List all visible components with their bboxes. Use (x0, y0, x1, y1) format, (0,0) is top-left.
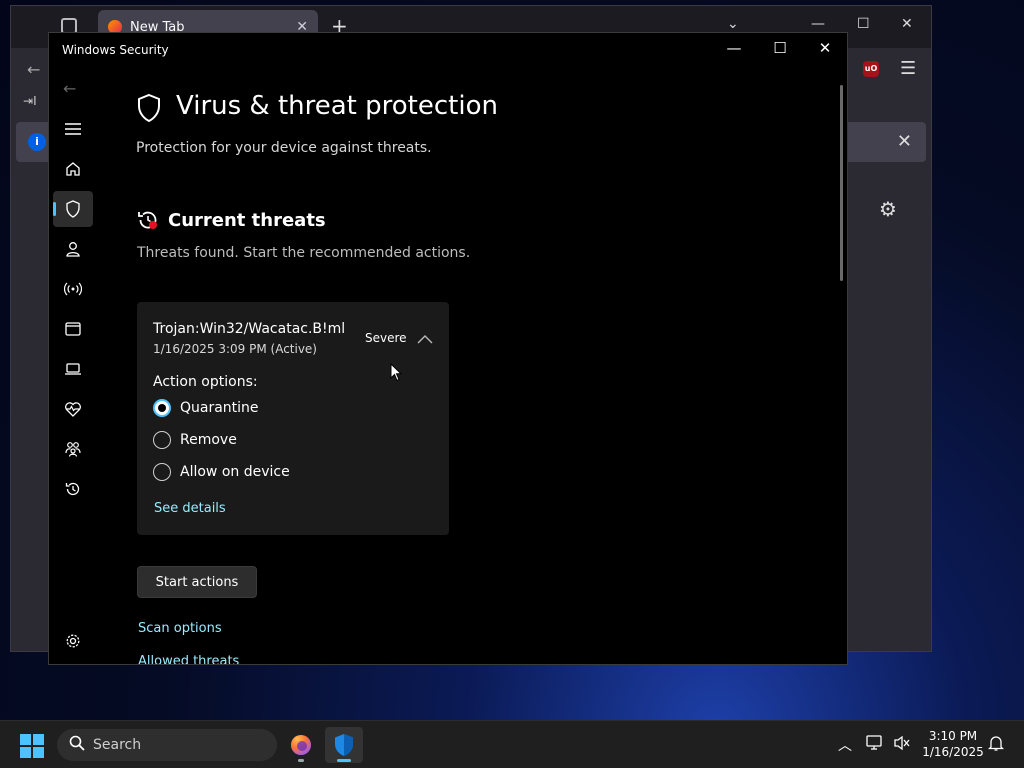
taskbar: Search ︿ 3:10 PM 1/16/2025 (0, 720, 1024, 768)
search-icon (69, 735, 85, 755)
info-icon: i (28, 133, 46, 151)
page-title: Virus & threat protection (176, 91, 498, 121)
menu-icon[interactable] (53, 111, 93, 147)
threat-name: Trojan:Win32/Wacatac.B!ml (153, 321, 346, 337)
radio-allow-on-device[interactable]: Allow on device (153, 463, 290, 481)
page-subtitle: Protection for your device against threa… (136, 140, 432, 156)
window-title: Windows Security (62, 43, 169, 57)
clock-time: 3:10 PM (928, 729, 978, 743)
radio-label: Remove (180, 432, 237, 448)
scrollbar[interactable] (840, 85, 843, 281)
action-options-label: Action options: (153, 374, 258, 390)
app-browser-icon[interactable] (53, 311, 93, 347)
firefox-taskbar-icon[interactable] (282, 727, 320, 763)
allowed-threats-link[interactable]: Allowed threats (138, 654, 239, 664)
search-placeholder: Search (93, 737, 142, 753)
close-button[interactable]: ✕ (810, 39, 840, 57)
see-details-link[interactable]: See details (154, 501, 226, 516)
browser-minimize-icon[interactable]: — (811, 16, 825, 32)
settings-icon[interactable] (53, 623, 93, 659)
current-threats-subtitle: Threats found. Start the recommended act… (137, 245, 471, 261)
app-active-indicator (337, 759, 351, 762)
import-bookmarks-icon[interactable]: ⇥I (23, 94, 37, 108)
start-actions-button[interactable]: Start actions (137, 566, 257, 598)
radio-label: Allow on device (180, 464, 290, 480)
import-label: I (33, 94, 37, 108)
current-threats-title: Current threats (168, 210, 326, 231)
home-icon[interactable] (53, 151, 93, 187)
account-icon[interactable] (53, 231, 93, 267)
maximize-button[interactable]: ☐ (765, 39, 795, 57)
start-tile (33, 747, 44, 758)
severity-label: Severe (365, 331, 407, 345)
windows-security-taskbar-icon[interactable] (325, 727, 363, 763)
radio-selected-icon[interactable] (153, 399, 171, 417)
browser-maximize-icon[interactable]: ☐ (857, 16, 870, 32)
family-icon[interactable] (53, 431, 93, 467)
radio-unselected-icon[interactable] (153, 463, 171, 481)
history-icon[interactable] (53, 471, 93, 507)
chevron-up-tray-icon[interactable]: ︿ (838, 735, 852, 755)
taskbar-search[interactable]: Search (57, 729, 277, 761)
start-button[interactable] (20, 734, 44, 758)
tab-overflow-icon[interactable]: ⌄ (727, 16, 739, 32)
newtab-settings-icon[interactable]: ⚙ (879, 197, 897, 221)
notification-bell-icon[interactable] (987, 735, 1005, 755)
clock[interactable]: 3:10 PM 1/16/2025 (918, 728, 988, 760)
threat-time: 1/16/2025 3:09 PM (Active) (153, 342, 317, 356)
threat-history-icon (137, 209, 159, 235)
shield-icon[interactable] (53, 191, 93, 227)
radio-unselected-icon[interactable] (153, 431, 171, 449)
browser-back-icon[interactable]: ← (27, 60, 40, 79)
ublock-icon[interactable]: uO (863, 61, 879, 77)
radio-quarantine[interactable]: Quarantine (153, 399, 259, 417)
health-icon[interactable] (53, 391, 93, 427)
app-running-indicator (298, 759, 304, 762)
start-tile (20, 747, 31, 758)
notification-close-icon[interactable]: ✕ (897, 131, 912, 152)
back-icon[interactable]: ← (63, 79, 76, 98)
page-shield-icon (136, 93, 162, 127)
browser-close-icon[interactable]: ✕ (901, 16, 913, 32)
browser-menu-icon[interactable]: ☰ (900, 58, 916, 79)
network-icon[interactable] (866, 735, 884, 755)
start-tile (20, 734, 31, 745)
device-security-icon[interactable] (53, 351, 93, 387)
radio-remove[interactable]: Remove (153, 431, 237, 449)
firewall-icon[interactable] (53, 271, 93, 307)
chevron-up-icon[interactable] (417, 329, 433, 348)
minimize-button[interactable]: — (719, 39, 749, 57)
mouse-cursor-icon (390, 362, 403, 386)
clock-date: 1/16/2025 (922, 745, 984, 759)
threat-card: Trojan:Win32/Wacatac.B!ml 1/16/2025 3:09… (137, 302, 449, 535)
volume-muted-icon[interactable] (893, 735, 911, 755)
scan-options-link[interactable]: Scan options (138, 621, 222, 636)
radio-label: Quarantine (180, 400, 259, 416)
start-tile (33, 734, 44, 745)
windows-security-window: Windows Security — ☐ ✕ ← Virus & threat … (48, 32, 848, 665)
